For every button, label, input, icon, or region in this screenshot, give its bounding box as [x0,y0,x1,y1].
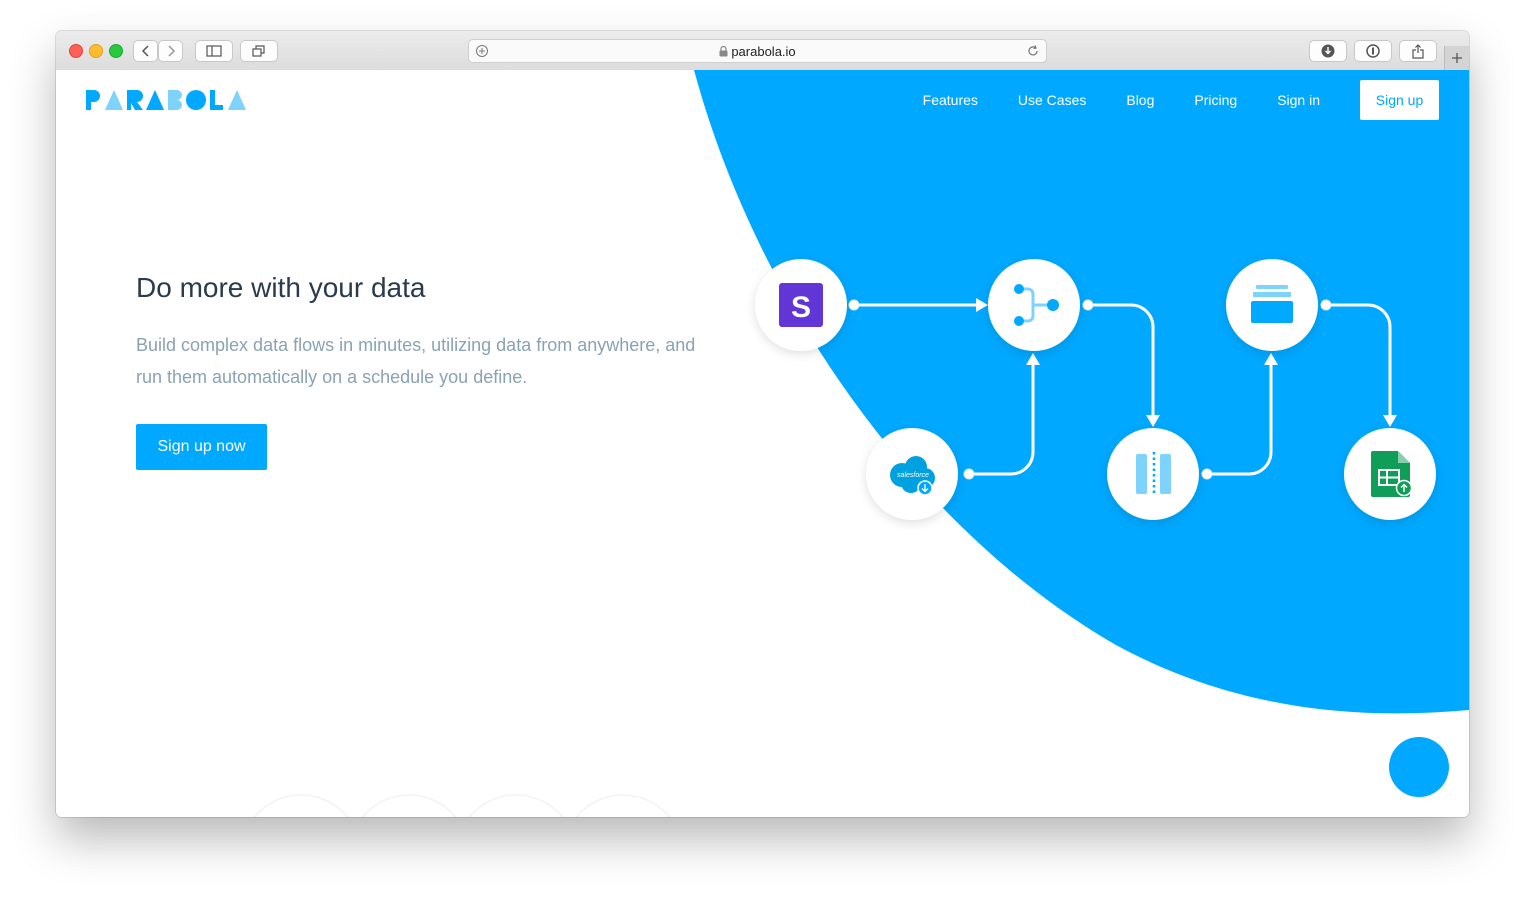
minimize-window-button[interactable] [89,44,103,58]
password-icon [1366,44,1380,58]
tabs-overview-button[interactable] [240,40,278,62]
share-icon [1412,43,1424,59]
plus-icon [1452,53,1462,63]
new-tab-button[interactable] [1444,46,1469,70]
data-flow-diagram: S salesforce [253,259,1436,817]
salesforce-source-node[interactable]: salesforce [866,428,975,520]
zoom-window-button[interactable] [109,44,123,58]
lock-icon [719,45,728,57]
browser-toolbar: parabola.io [56,31,1469,71]
reload-icon[interactable] [1026,44,1040,58]
sidebar-toggle-button[interactable] [195,40,233,62]
close-window-button[interactable] [69,44,83,58]
chat-widget-button[interactable] [1389,737,1449,797]
sheets-export-node[interactable] [1344,428,1436,520]
address-bar[interactable]: parabola.io [468,39,1047,63]
browser-window: parabola.io Features Use Cases Blog Pric… [56,31,1469,817]
download-icon [1321,44,1335,58]
svg-text:salesforce: salesforce [897,472,929,479]
share-button[interactable] [1399,40,1437,62]
faint-scroll-hint-circles [253,794,671,817]
columns-step-node[interactable] [1107,428,1213,520]
url-text: parabola.io [731,44,796,59]
page-content: Features Use Cases Blog Pricing Sign in … [56,70,1469,817]
sidebar-icon [206,45,222,57]
merge-step-node[interactable] [988,259,1094,351]
back-button[interactable] [133,40,158,62]
forward-button[interactable] [158,40,183,62]
stripe-icon: S [791,291,811,324]
stack-step-node[interactable] [1226,259,1332,351]
password-manager-button[interactable] [1354,40,1392,62]
tabs-icon [252,45,265,57]
chevron-right-icon [167,45,175,57]
chevron-left-icon [141,45,149,57]
downloads-button[interactable] [1309,40,1347,62]
stripe-source-node[interactable]: S [755,259,860,351]
